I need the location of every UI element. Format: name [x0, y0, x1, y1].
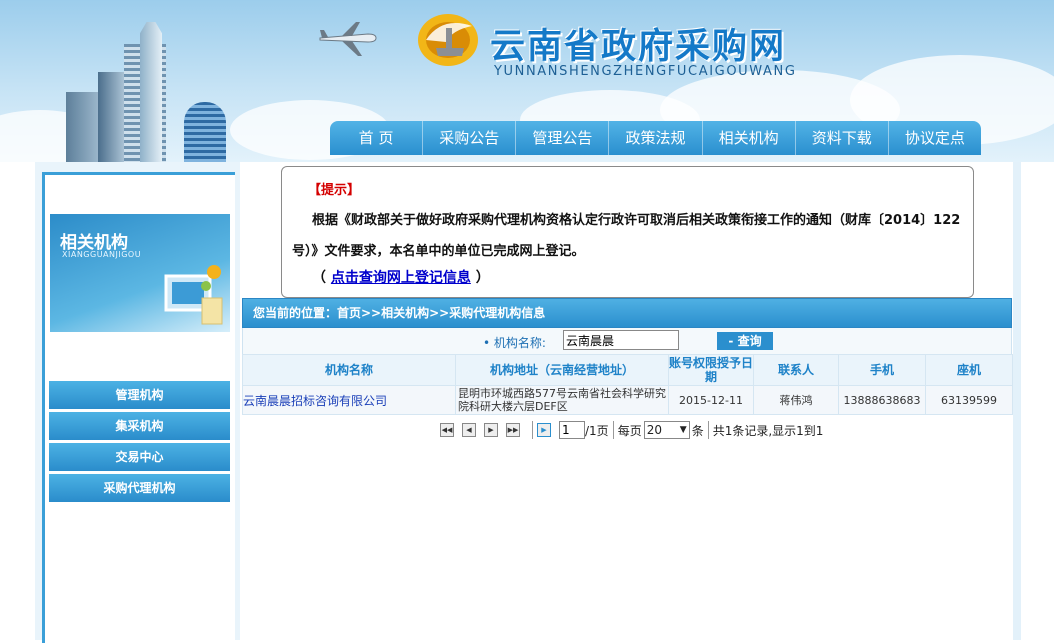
next-page-icon[interactable]: ▶ — [484, 423, 498, 437]
phone-number: 63139599 — [925, 385, 1013, 415]
computer-icon — [164, 265, 223, 325]
site-title: 云南省政府采购网 — [490, 27, 787, 67]
query-registration-link[interactable]: 点击查询网上登记信息 — [331, 270, 471, 286]
sidebar-item-centralized-procurement[interactable]: 集采机构 — [49, 412, 230, 440]
sidebar-item-management[interactable]: 管理机构 — [49, 381, 230, 409]
building-illustration — [184, 102, 226, 162]
search-label: • 机构名称: — [483, 336, 546, 350]
nav-agreement-points[interactable]: 协议定点 — [887, 121, 981, 155]
total-pages: /1页 — [585, 423, 609, 438]
column-header-address: 机构地址（云南经营地址） — [455, 354, 669, 386]
grant-date: 2015-12-11 — [668, 385, 754, 415]
go-page-icon[interactable]: ▶ — [537, 423, 551, 437]
nav-related-agencies[interactable]: 相关机构 — [701, 121, 795, 155]
column-header-mobile: 手机 — [838, 354, 926, 386]
column-header-name: 机构名称 — [242, 354, 456, 386]
sidebar-banner-subtitle: XIANGGUANJIGOU — [62, 250, 142, 259]
search-button[interactable]: - 查询 — [717, 332, 773, 350]
page-number-input[interactable] — [559, 421, 585, 439]
notice-link-line: （ 点击查询网上登记信息 ） — [312, 267, 490, 287]
nav-downloads[interactable]: 资料下载 — [794, 121, 888, 155]
agency-name-link[interactable]: 云南晨晨招标咨询有限公司 — [242, 385, 456, 415]
site-header: 云南省政府采购网 YUNNANSHENGZHENGFUCAIGOUWANG 首 … — [0, 0, 1054, 162]
site-pinyin: YUNNANSHENGZHENGFUCAIGOUWANG — [494, 64, 797, 79]
table-header-row: 机构名称 机构地址（云南经营地址） 账号权限授予日期 联系人 手机 座机 — [242, 354, 1013, 386]
main-content: 您当前的位置：首页>>相关机构>>采购代理机构信息 • 机构名称: - 查询 机… — [242, 298, 1013, 415]
nav-policies[interactable]: 政策法规 — [608, 121, 701, 155]
right-decor-strip — [1013, 162, 1021, 640]
sidebar-banner: 相关机构 XIANGGUANJIGOU — [50, 214, 230, 332]
record-summary: 共1条记录,显示1到1 — [712, 423, 824, 438]
building-illustration — [140, 22, 162, 162]
nav-management-notices[interactable]: 管理公告 — [515, 121, 608, 155]
last-page-icon[interactable]: ▶▶ — [506, 423, 520, 437]
nav-procurement-notices[interactable]: 采购公告 — [422, 121, 515, 155]
first-page-icon[interactable]: ◀◀ — [440, 423, 454, 437]
main-nav: 首 页 采购公告 管理公告 政策法规 相关机构 资料下载 协议定点 — [330, 121, 981, 155]
per-page-label: 每页 — [617, 423, 642, 438]
agency-name-input[interactable] — [563, 330, 679, 350]
notice-body: 根据《财政部关于做好政府采购代理机构资格认定行政许可取消后相关政策衔接工作的通知… — [292, 213, 961, 259]
table-row: 云南晨晨招标咨询有限公司 昆明市环城西路577号云南省社会科学研究院科研大楼六层… — [242, 385, 1013, 415]
sidebar-item-procurement-agencies[interactable]: 采购代理机构 — [49, 474, 230, 502]
notice-box: 【提示】 根据《财政部关于做好政府采购代理机构资格认定行政许可取消后相关政策衔接… — [281, 166, 974, 298]
site-logo-icon — [418, 14, 478, 66]
contact-person: 蒋伟鸿 — [753, 385, 839, 415]
per-page-select[interactable]: 20 ▼ — [643, 421, 690, 439]
pager-divider — [532, 421, 533, 439]
mobile-number: 13888638683 — [838, 385, 926, 415]
pager-divider — [707, 421, 709, 439]
agency-address: 昆明市环城西路577号云南省社会科学研究院科研大楼六层DEF区 — [455, 385, 669, 415]
notice-link-prefix: （ — [312, 270, 326, 286]
sidebar-item-trading-center[interactable]: 交易中心 — [49, 443, 230, 471]
pagination: ◀◀ ◀ ▶ ▶▶ ▶ /1页 每页 20 ▼ 条 共1条记录,显示1到1 — [440, 420, 823, 440]
notice-link-suffix: ） — [475, 270, 490, 286]
prev-page-icon[interactable]: ◀ — [462, 423, 476, 437]
column-header-date: 账号权限授予日期 — [668, 354, 754, 386]
pager-divider — [612, 421, 614, 439]
chevron-down-icon: ▼ — [679, 425, 687, 435]
breadcrumb: 您当前的位置：首页>>相关机构>>采购代理机构信息 — [242, 298, 1012, 328]
column-header-contact: 联系人 — [753, 354, 839, 386]
column-header-phone: 座机 — [925, 354, 1013, 386]
search-row: • 机构名称: - 查询 — [242, 328, 1012, 354]
nav-home[interactable]: 首 页 — [330, 121, 422, 155]
per-page-unit: 条 — [691, 423, 704, 438]
notice-tag: 【提示】 — [308, 183, 361, 198]
agency-table: 机构名称 机构地址（云南经营地址） 账号权限授予日期 联系人 手机 座机 云南晨… — [242, 354, 1013, 415]
per-page-value: 20 — [646, 423, 662, 437]
airplane-icon — [319, 22, 377, 56]
